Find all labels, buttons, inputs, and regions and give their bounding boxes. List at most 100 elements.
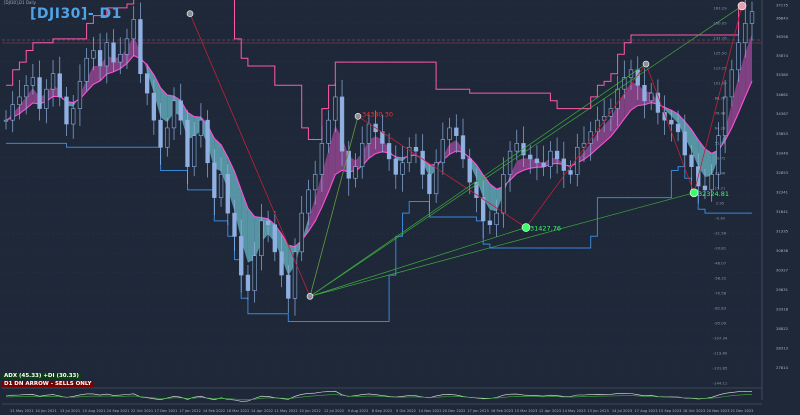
candle-body — [77, 81, 83, 109]
price-tick: 37175 — [776, 2, 789, 7]
candle-body — [568, 170, 573, 175]
candle-body — [165, 127, 170, 148]
swing-marker — [521, 223, 531, 232]
candle-body — [682, 131, 687, 156]
candle-body — [339, 96, 345, 152]
time-tick: 12 Jul 2022 — [324, 409, 344, 413]
candle-body — [675, 123, 681, 133]
price-tick: 35874 — [776, 53, 789, 58]
candle-body — [749, 11, 755, 24]
candle-body — [615, 88, 620, 109]
time-tick: 5 Oct 2022 — [396, 409, 416, 413]
secondary-tick: 2.95 — [716, 201, 725, 206]
swing-marker — [354, 112, 362, 120]
secondary-tick: -107.34 — [713, 336, 728, 341]
secondary-tick: 39.72 — [715, 156, 726, 161]
candle-body — [386, 143, 392, 160]
price-tick: 34367 — [776, 111, 789, 116]
candle-body — [218, 174, 224, 198]
time-tick: 22 Oct 2021 — [131, 409, 153, 413]
candle-body — [91, 50, 96, 59]
candle-body — [709, 174, 714, 191]
secondary-tick: -33.81 — [714, 246, 727, 251]
time-tick: 14 May 2023 — [562, 409, 585, 413]
candle-body — [245, 274, 251, 291]
candle-body — [239, 236, 244, 276]
secondary-tick: 76.48 — [715, 111, 726, 116]
candle-body — [265, 220, 271, 226]
candle-body — [548, 150, 553, 167]
candle-body — [124, 38, 130, 55]
time-tick: 9 Aug 2022 — [348, 409, 369, 413]
candle-body — [393, 158, 398, 175]
secondary-tick: -58.32 — [714, 276, 727, 281]
candle-body — [178, 100, 183, 121]
candle-body — [205, 119, 210, 164]
candle-body — [541, 162, 546, 167]
secondary-tick: -70.58 — [714, 291, 727, 296]
secondary-tick: -46.07 — [714, 261, 727, 266]
price-tick: 30327 — [776, 268, 789, 273]
secondary-tick: -82.83 — [714, 306, 727, 311]
candle-body — [3, 119, 9, 122]
candle-body — [420, 150, 425, 175]
candle-body — [84, 57, 89, 82]
time-tick: 14 Nov 2022 — [418, 409, 441, 413]
secondary-tick: -9.30 — [715, 216, 725, 221]
candle-body — [689, 154, 694, 167]
secondary-tick: 51.97 — [715, 141, 726, 146]
candle-body — [333, 96, 338, 121]
time-tick: 11 May 2022 — [274, 409, 297, 413]
candle-body — [30, 77, 36, 86]
candle-body — [649, 92, 654, 102]
price-tick: 32853 — [776, 170, 789, 175]
candle-body — [360, 143, 365, 167]
candle-body — [319, 143, 325, 175]
candle-body — [57, 73, 62, 98]
candle-body — [23, 85, 29, 98]
candle-body — [413, 146, 419, 152]
time-tick: 14 Feb 2022 — [203, 409, 225, 413]
time-tick: 10 Aug 2021 — [82, 409, 105, 413]
candle-body — [312, 174, 318, 191]
level-label: 32324.81 — [698, 190, 729, 198]
candle-body — [111, 42, 116, 63]
candle-body — [299, 212, 304, 253]
candle-body — [460, 135, 466, 160]
candle-body — [286, 274, 291, 299]
candle-body — [366, 123, 372, 144]
swing-marker — [737, 1, 747, 11]
candle-body — [10, 104, 15, 121]
candle-body — [669, 119, 674, 125]
time-tick: 13 Jul 2021 — [60, 409, 80, 413]
candle-body — [642, 85, 647, 102]
symbol-line: [DJI30],D1 Daily — [4, 0, 36, 5]
candle-body — [232, 212, 237, 237]
time-tick: 17 Jan 2022 — [179, 409, 201, 413]
time-tick: 13 Jun 2023 — [587, 409, 609, 413]
time-tick: 17 Aug 2023 — [634, 409, 657, 413]
candle-body — [440, 139, 446, 164]
price-chart[interactable]: 34380.30 31427.76 32324.81 37175 36843 36358… — [0, 0, 800, 415]
candle-body — [50, 73, 56, 90]
candle-body — [225, 174, 230, 214]
candle-body — [259, 220, 264, 257]
time-tick: 14 Apr 2022 — [251, 409, 273, 413]
time-tick: 16 Feb 2023 — [491, 409, 513, 413]
secondary-tick: 137.76 — [713, 36, 727, 41]
candle-body — [37, 77, 42, 109]
candle-body — [44, 88, 49, 109]
time-tick: 12 Apr 2023 — [539, 409, 561, 413]
price-tick: 33853 — [776, 131, 789, 136]
candle-body — [575, 146, 580, 175]
time-tick: 20 Dec 2022 — [443, 409, 466, 413]
time-tick: 10 Jun 2022 — [299, 409, 321, 413]
candle-body — [534, 158, 540, 164]
candle-body — [554, 150, 560, 160]
secondary-tick: 64.23 — [715, 126, 726, 131]
price-tick: 31335 — [776, 229, 789, 234]
price-tick: 28313 — [776, 346, 789, 351]
time-tick: 14 Jun 2021 — [35, 409, 57, 413]
time-axis: 21 May 2021 14 Jun 2021 13 Jul 2021 10 Aug … — [10, 409, 753, 413]
candle-body — [729, 69, 735, 98]
